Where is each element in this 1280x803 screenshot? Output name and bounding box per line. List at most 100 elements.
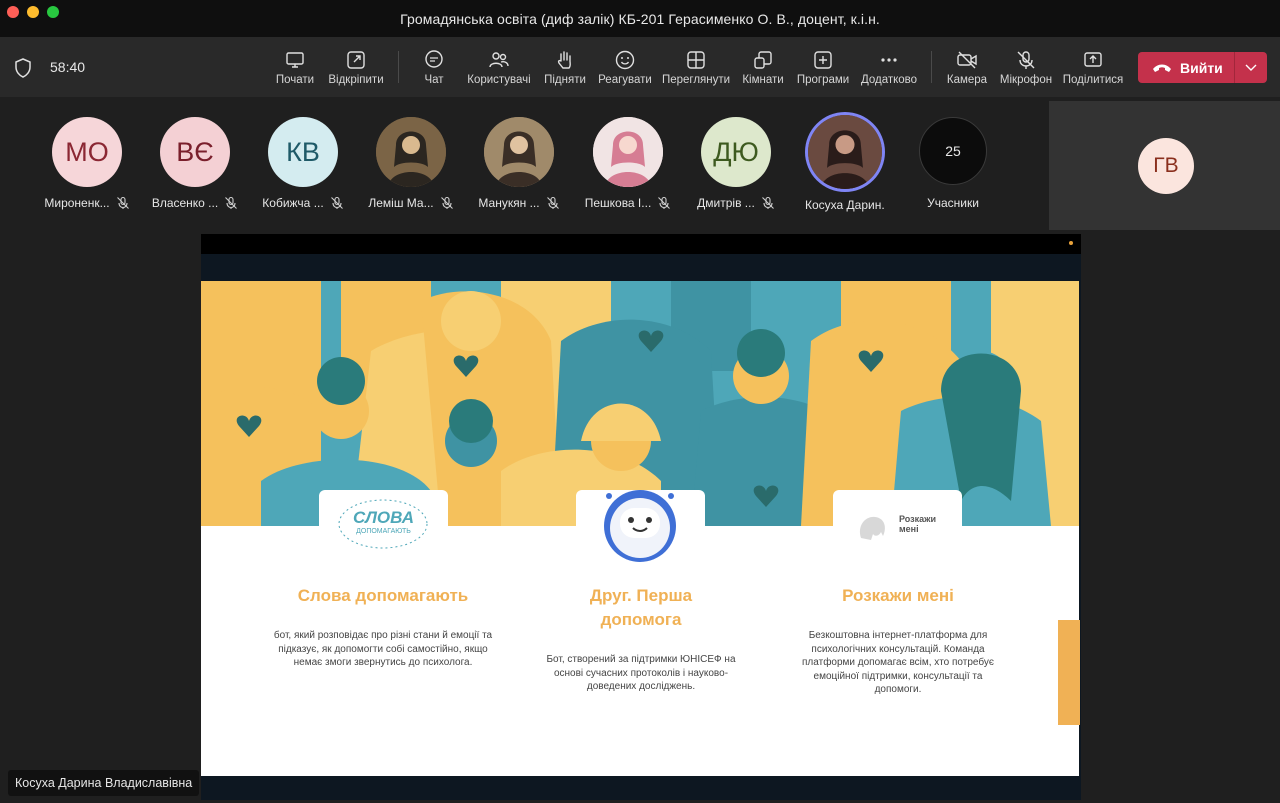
mic-off-icon (658, 196, 671, 209)
participant-name: Леміш Ма... (368, 196, 434, 210)
window-title: Громадянська освіта (диф залік) КБ-201 Г… (400, 10, 880, 27)
more-label: Додатково (860, 74, 918, 86)
participant-avatar (376, 117, 446, 187)
share-top-band (201, 234, 1081, 254)
mic-off-icon (116, 196, 129, 209)
participant-tile[interactable]: ВЄ Власенко ... (141, 117, 249, 210)
col3-title: Розкажи мені (842, 586, 954, 605)
leave-options-button[interactable] (1235, 52, 1267, 83)
participant-tile[interactable]: Косуха Дарин... (791, 115, 899, 212)
share-button[interactable]: Поділитися (1057, 49, 1129, 86)
card-slova-logo: СЛОВА ДОПОМАГАЮТЬ (319, 490, 448, 562)
participant-avatar: ДЮ (701, 117, 771, 187)
participants-count: 25 (919, 117, 987, 185)
participant-photo (376, 117, 446, 187)
col1-text: бот, який розповідає про різні стани й е… (273, 630, 493, 668)
share-icon (1084, 52, 1102, 67)
card-rozkazhy-logo: Розкажи мені (833, 490, 962, 562)
leave-label: Вийти (1180, 59, 1223, 76)
participant-name: Пешкова І... (584, 196, 652, 210)
zoom-window-button[interactable] (47, 6, 59, 18)
plus-square-icon (814, 51, 832, 69)
leave-button-group: Вийти (1138, 52, 1267, 83)
grid-icon (687, 51, 705, 69)
mic-off-icon (546, 196, 559, 209)
participant-tile[interactable]: КВ Кобижча ... (249, 117, 357, 210)
share-label: Поділитися (1062, 74, 1124, 86)
start-label: Почати (275, 74, 315, 86)
participants-count-label: Учасники (927, 196, 979, 210)
participant-photo (593, 117, 663, 187)
shield-icon[interactable] (14, 58, 32, 78)
mic-off-icon (761, 196, 774, 209)
microphone-label: Мікрофон (999, 74, 1053, 86)
microphone-button[interactable]: Мікрофон (990, 49, 1062, 86)
col2-text: Бот, створений за підтримки ЮНІСЕФ на ос… (546, 654, 736, 692)
participant-name: Манукян ... (478, 196, 540, 210)
participant-avatar (484, 117, 554, 187)
col3-text: Безкоштовна інтернет-платформа для психо… (802, 630, 994, 695)
view-label: Переглянути (661, 74, 731, 86)
participant-tile[interactable]: Манукян ... (465, 117, 573, 210)
apps-label: Програми (796, 74, 850, 86)
rooms-icon (754, 51, 772, 69)
elephant-logo-icon (859, 516, 885, 540)
chevron-down-icon (1245, 64, 1257, 71)
slova-logo-sub: ДОПОМАГАЮТЬ (356, 528, 411, 535)
participant-name: Косуха Дарин... (805, 198, 885, 212)
minimize-window-button[interactable] (27, 6, 39, 18)
mic-off-icon (330, 196, 343, 209)
participant-photo (484, 117, 554, 187)
chat-button[interactable]: Чат (398, 49, 470, 86)
self-video-tile[interactable]: ГВ (1049, 101, 1280, 230)
people-button[interactable]: Користувачі (463, 49, 535, 86)
smiley-icon (615, 50, 635, 70)
robot-face-icon (604, 490, 676, 562)
mic-off-icon (225, 196, 238, 209)
col2-title: Друг. Перша допомога (589, 586, 693, 629)
participant-name: Власенко ... (151, 196, 219, 210)
mic-off-icon (1017, 51, 1035, 69)
title-bar: Громадянська освіта (диф залік) КБ-201 Г… (0, 0, 1280, 37)
view-button[interactable]: Переглянути (660, 49, 732, 86)
window-controls (7, 6, 59, 18)
apps-button[interactable]: Програми (787, 49, 859, 86)
slova-logo-text: СЛОВА (352, 508, 415, 527)
participant-name: Кобижча ... (262, 196, 324, 210)
participant-avatar: ВЄ (160, 117, 230, 187)
participant-tile[interactable]: Пешкова І... (574, 117, 682, 210)
meeting-toolbar: 58:40 Почати Відкріпити Чат Користувачі … (0, 37, 1280, 97)
more-button[interactable]: Додатково (853, 49, 925, 86)
pop-out-icon (347, 51, 365, 69)
participant-tile[interactable]: Леміш Ма... (357, 117, 465, 210)
participant-tile[interactable]: МО Мироненк... (33, 117, 141, 210)
react-button[interactable]: Реагувати (589, 49, 661, 86)
shared-screen: СЛОВА ДОПОМАГАЮТЬ Розкажи мені Слова допо… (201, 234, 1081, 800)
participant-name: Дмитрів ... (697, 196, 755, 210)
camera-label: Камера (946, 74, 988, 86)
react-label: Реагувати (598, 74, 652, 86)
meeting-timer: 58:40 (50, 59, 86, 75)
close-window-button[interactable] (7, 6, 19, 18)
participants-count-tile[interactable]: 25 Учасники (899, 117, 1007, 210)
col1-title: Слова допомагають (297, 586, 469, 605)
leave-button[interactable]: Вийти (1138, 52, 1234, 83)
hand-icon (557, 51, 571, 69)
rooms-label: Кімнати (742, 74, 784, 86)
popout-button[interactable]: Відкріпити (320, 49, 392, 86)
present-icon (286, 52, 304, 68)
more-icon (881, 58, 897, 62)
rozkazhy-logo-text: Розкажи мені (899, 514, 937, 534)
mic-off-icon (440, 196, 453, 209)
participant-name: Мироненк... (44, 196, 110, 210)
slide-side-tab (1058, 620, 1080, 725)
recording-dot (1069, 241, 1073, 245)
participant-avatar: КВ (268, 117, 338, 187)
card-drug-logo (576, 490, 705, 562)
people-label: Користувачі (467, 74, 531, 86)
participant-avatar (593, 117, 663, 187)
camera-off-icon (957, 51, 977, 69)
participant-tile[interactable]: ДЮ Дмитрів ... (682, 117, 790, 210)
people-icon (489, 52, 509, 68)
participant-avatar (808, 115, 882, 189)
